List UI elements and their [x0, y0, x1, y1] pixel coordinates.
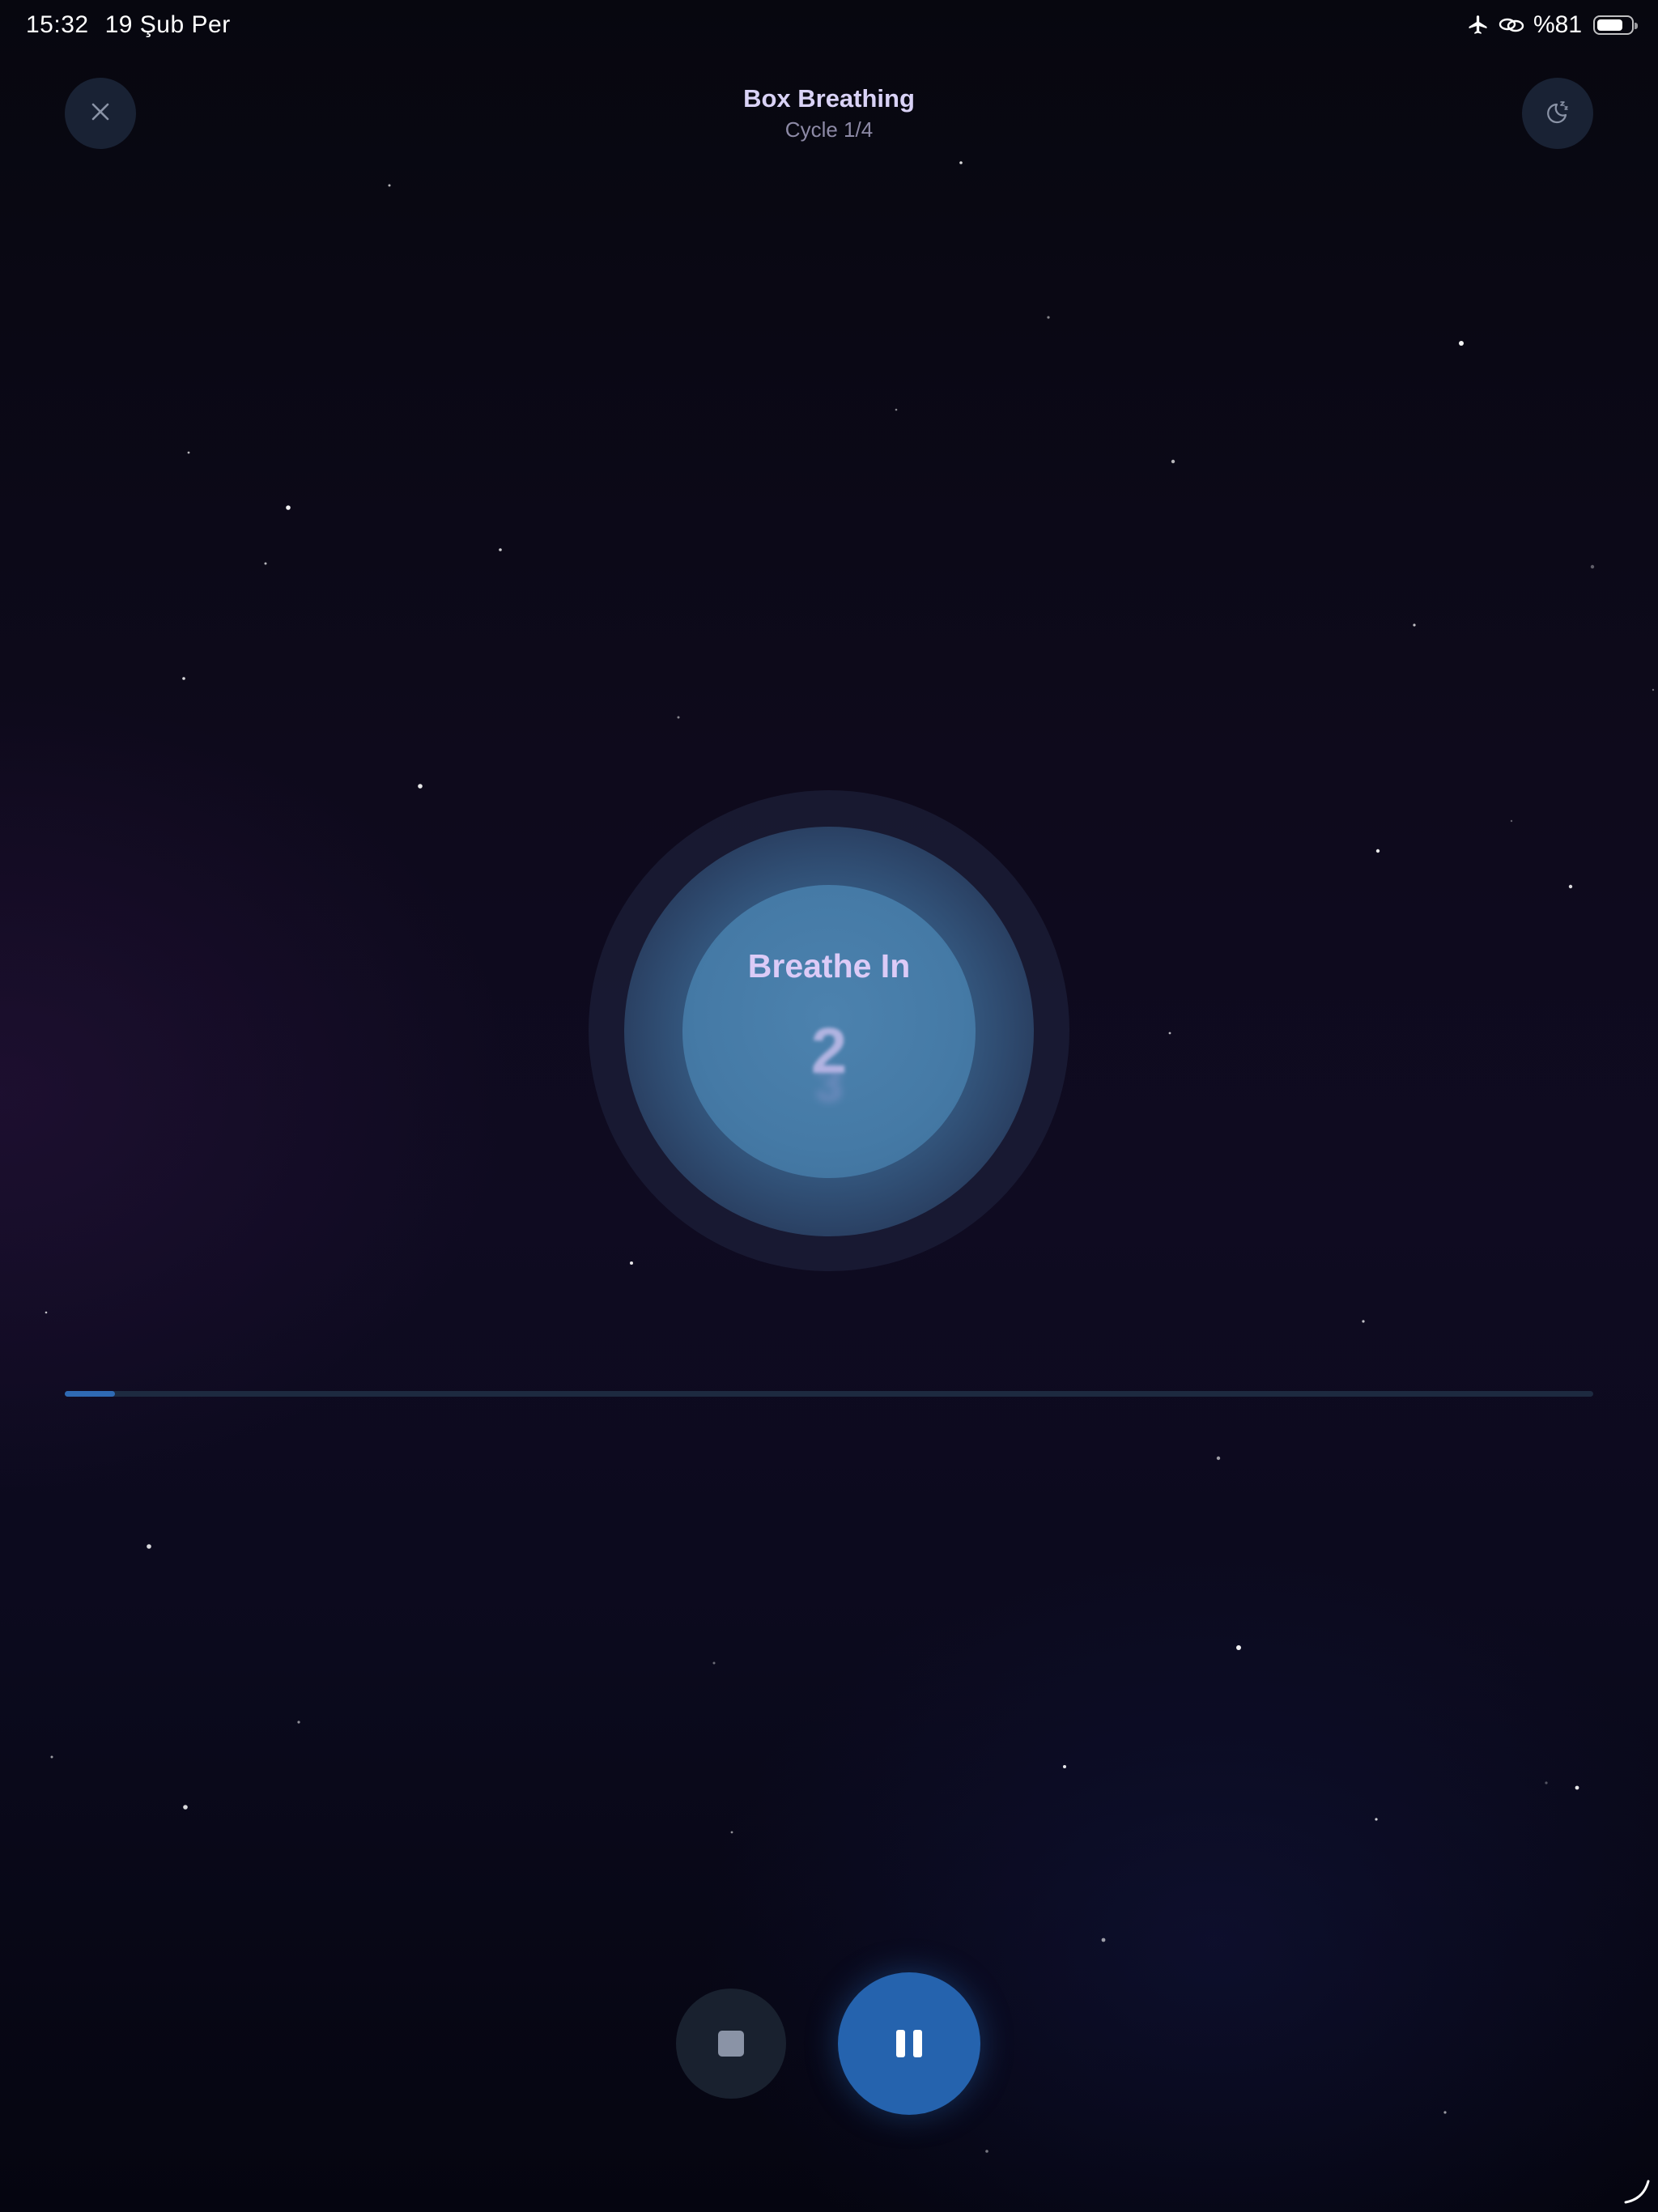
sleep-mode-button[interactable]	[1522, 78, 1593, 149]
stop-icon	[718, 2031, 744, 2057]
breath-countdown-next: 3	[814, 1057, 844, 1112]
stop-button[interactable]	[676, 1989, 786, 2099]
session-header: Box Breathing Cycle 1/4	[505, 83, 1153, 144]
cycle-counter: Cycle 1/4	[784, 117, 874, 142]
pause-icon	[896, 2030, 922, 2057]
corner-gesture-icon	[1624, 2180, 1650, 2204]
pause-button[interactable]	[838, 1972, 980, 2115]
status-time: 15:32	[26, 11, 89, 38]
battery-nub	[1635, 23, 1638, 29]
airplane-mode-icon	[1467, 14, 1490, 36]
close-icon	[90, 101, 111, 126]
status-time-date: 15:32 19 Şub Per	[26, 11, 231, 39]
status-date: 19 Şub Per	[104, 11, 231, 38]
link-icon	[1498, 15, 1525, 36]
close-button[interactable]	[65, 78, 136, 149]
battery-level	[1597, 19, 1623, 31]
page-title: Box Breathing	[743, 84, 915, 113]
battery-percent: %81	[1533, 11, 1582, 38]
moon-zzz-icon	[1544, 98, 1571, 130]
breath-phase-label: Breathe In	[747, 947, 911, 985]
battery-icon	[1593, 15, 1638, 35]
session-progress-bar	[65, 1391, 1593, 1397]
session-progress-fill	[65, 1391, 116, 1397]
status-indicators: %81	[1467, 11, 1638, 39]
status-bar: 15:32 19 Şub Per %81	[0, 0, 1658, 52]
